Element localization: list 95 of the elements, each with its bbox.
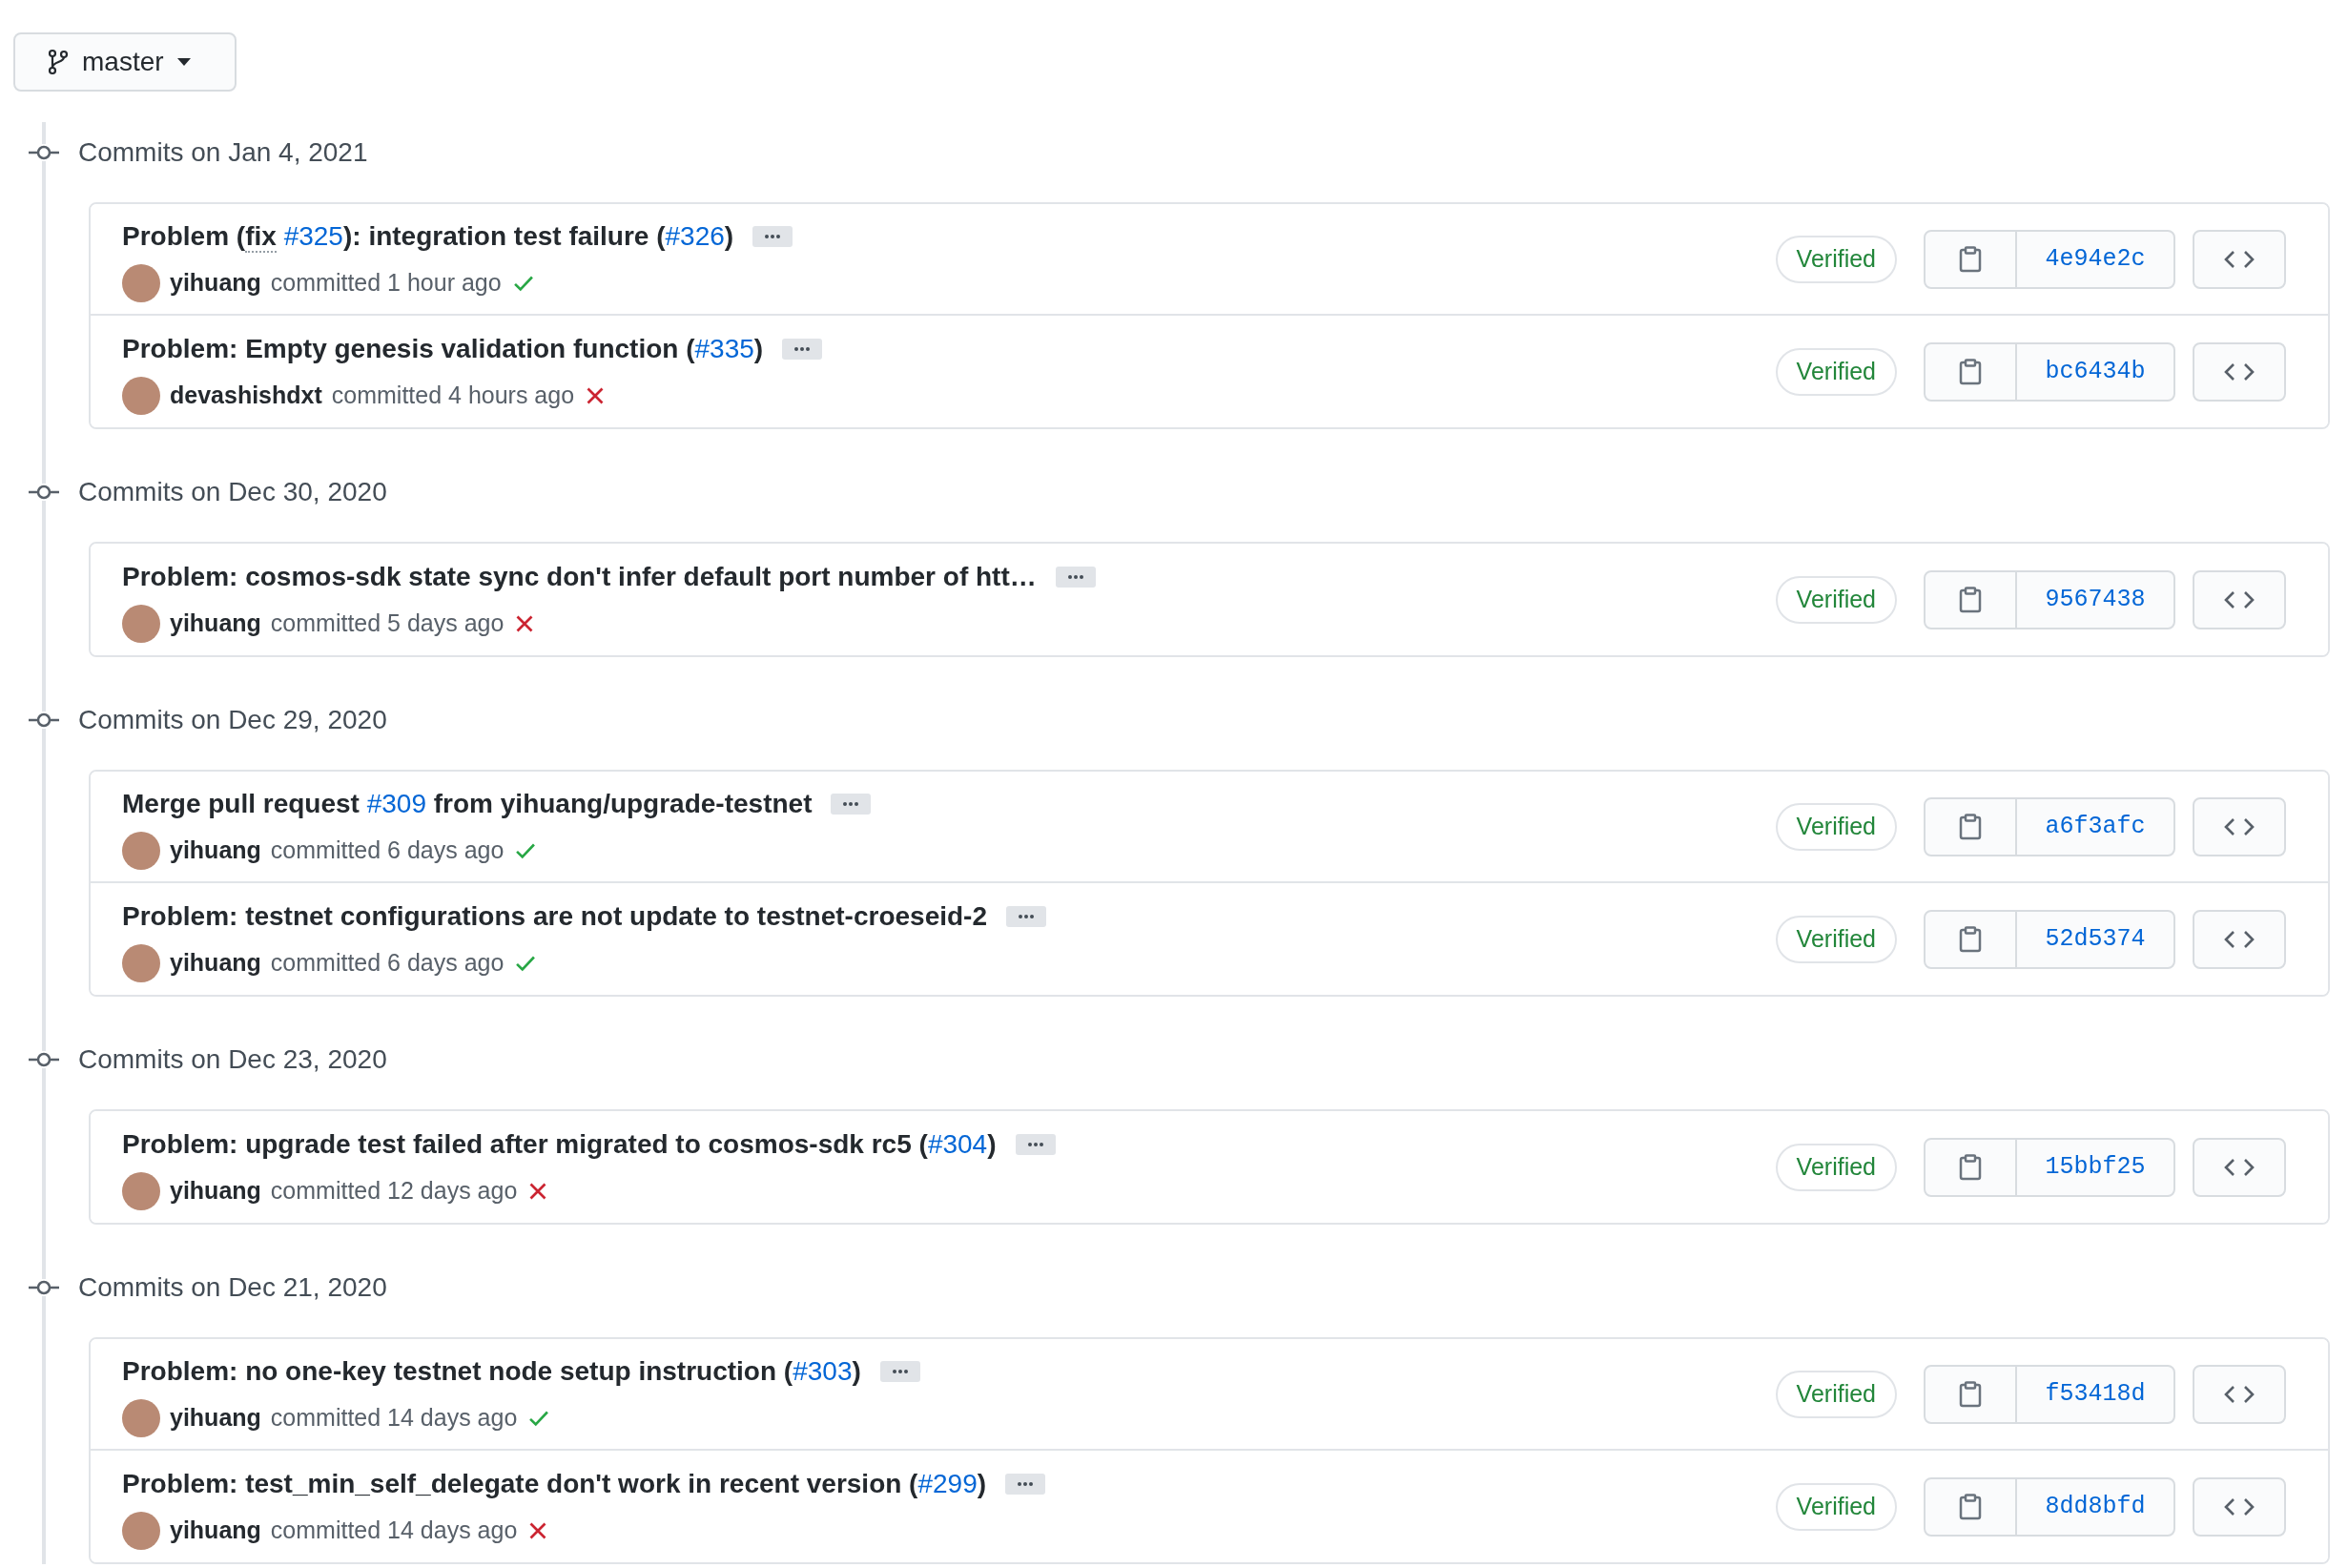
expand-button[interactable]	[752, 225, 793, 247]
author-name[interactable]: yihuang	[170, 1399, 261, 1436]
date-heading: Commits on Jan 4, 2021	[78, 136, 368, 169]
verified-badge[interactable]: Verified	[1775, 1143, 1897, 1191]
ellipsis-icon	[841, 800, 861, 807]
branch-select-button[interactable]: master	[13, 32, 237, 92]
commit-time: committed 6 days ago	[270, 947, 505, 978]
issue-link[interactable]: #299	[917, 1468, 978, 1498]
issue-link[interactable]: #304	[927, 1128, 988, 1159]
clipboard-icon	[1959, 1493, 1982, 1520]
code-icon	[2223, 248, 2255, 270]
commit-time: committed 4 hours ago	[331, 380, 575, 410]
clipboard-icon	[1959, 813, 1982, 840]
expand-button[interactable]	[879, 1360, 920, 1382]
expand-button[interactable]	[1005, 1473, 1046, 1495]
commit-sha[interactable]: 9567438	[2017, 571, 2173, 628]
commit-time: committed 14 days ago	[270, 1515, 518, 1545]
issue-link[interactable]: #326	[665, 220, 725, 251]
code-icon	[2223, 1383, 2255, 1405]
ellipsis-icon	[1025, 1141, 1045, 1147]
commit-title[interactable]: Merge pull request #309 from yihuang/upgrade-testnet	[122, 783, 813, 824]
avatar[interactable]	[122, 943, 160, 982]
ellipsis-icon	[1017, 913, 1036, 919]
ellipsis-icon	[793, 345, 813, 352]
verified-badge[interactable]: Verified	[1775, 235, 1897, 283]
clipboard-icon	[1959, 358, 1982, 385]
date-heading: Commits on Dec 23, 2020	[78, 1043, 387, 1076]
commit-title[interactable]: Problem: test_min_self_delegate don't work in recent version (#299)	[122, 1463, 987, 1504]
verified-badge[interactable]: Verified	[1775, 347, 1897, 396]
clipboard-icon	[1959, 925, 1982, 953]
expand-button[interactable]	[1006, 905, 1046, 927]
author-name[interactable]: devashishdxt	[170, 377, 322, 414]
expand-button[interactable]	[831, 793, 872, 815]
commit-title[interactable]: Problem: Empty genesis validation function (#335)	[122, 328, 764, 369]
code-icon	[2223, 815, 2255, 837]
commit-sha[interactable]: a6f3afc	[2017, 798, 2173, 855]
avatar[interactable]	[122, 604, 160, 643]
ellipsis-icon	[763, 233, 783, 239]
commit-time: committed 14 days ago	[270, 1402, 518, 1433]
code-icon	[2223, 1496, 2255, 1517]
clipboard-icon	[1959, 245, 1982, 273]
expand-button[interactable]	[1015, 1133, 1056, 1155]
clipboard-icon	[1959, 1380, 1982, 1408]
commit-time: committed 6 days ago	[270, 835, 505, 865]
verified-badge[interactable]: Verified	[1775, 802, 1897, 851]
avatar[interactable]	[122, 831, 160, 870]
commit-time: committed 12 days ago	[270, 1175, 518, 1206]
date-heading: Commits on Dec 21, 2020	[78, 1271, 387, 1304]
author-name[interactable]: yihuang	[170, 605, 261, 642]
date-heading: Commits on Dec 29, 2020	[78, 704, 387, 736]
issue-link[interactable]: #309	[366, 788, 426, 818]
commit-time: committed 5 days ago	[270, 608, 505, 638]
verified-badge[interactable]: Verified	[1775, 1370, 1897, 1418]
date-heading: Commits on Dec 30, 2020	[78, 476, 387, 508]
commit-sha[interactable]: bc6434b	[2017, 343, 2173, 400]
issue-link[interactable]: #325	[283, 220, 343, 251]
branch-icon	[48, 49, 69, 75]
commit-sha[interactable]: 52d5374	[2017, 911, 2173, 967]
commit-title[interactable]: Problem: upgrade test failed after migrated to cosmos-sdk rc5 (#304)	[122, 1124, 997, 1165]
verified-badge[interactable]: Verified	[1775, 1482, 1897, 1531]
commit-sha[interactable]: f53418d	[2017, 1366, 2173, 1422]
ellipsis-icon	[1065, 573, 1085, 580]
commit-title[interactable]: Problem: no one-key testnet node setup instruction (#303)	[122, 1351, 861, 1392]
author-name[interactable]: yihuang	[170, 1172, 261, 1209]
ellipsis-icon	[890, 1368, 910, 1374]
author-name[interactable]: yihuang	[170, 264, 261, 301]
verified-badge[interactable]: Verified	[1775, 915, 1897, 963]
commit-sha[interactable]: 15bbf25	[2017, 1139, 2173, 1195]
author-name[interactable]: yihuang	[170, 944, 261, 981]
clipboard-icon	[1959, 1153, 1982, 1181]
commit-sha[interactable]: 8dd8bfd	[2017, 1478, 2173, 1535]
code-icon	[2223, 928, 2255, 950]
avatar[interactable]	[122, 1398, 160, 1437]
issue-link[interactable]: #303	[793, 1355, 853, 1386]
ellipsis-icon	[1016, 1480, 1036, 1487]
avatar[interactable]	[122, 1171, 160, 1210]
commit-sha[interactable]: 4e94e2c	[2017, 231, 2173, 287]
commit-title[interactable]: Problem: testnet configurations are not update to testnet-croeseid-2	[122, 896, 987, 937]
author-name[interactable]: yihuang	[170, 832, 261, 869]
avatar[interactable]	[122, 263, 160, 302]
verified-badge[interactable]: Verified	[1775, 575, 1897, 624]
issue-link[interactable]: #335	[694, 333, 754, 363]
avatar[interactable]	[122, 1511, 160, 1550]
caret-icon	[176, 58, 191, 66]
code-icon	[2223, 1156, 2255, 1178]
clipboard-icon	[1959, 586, 1982, 613]
expand-button[interactable]	[1055, 566, 1096, 588]
commit-title[interactable]: Problem (fix #325): integration test failure (#326)	[122, 216, 734, 257]
expand-button[interactable]	[782, 338, 823, 360]
code-icon	[2223, 361, 2255, 382]
commit-time: committed 1 hour ago	[270, 267, 502, 298]
author-name[interactable]: yihuang	[170, 1512, 261, 1549]
commit-title[interactable]: Problem: cosmos-sdk state sync don't infer default port number of htt…	[122, 556, 1037, 597]
code-icon	[2223, 588, 2255, 610]
avatar[interactable]	[122, 376, 160, 415]
